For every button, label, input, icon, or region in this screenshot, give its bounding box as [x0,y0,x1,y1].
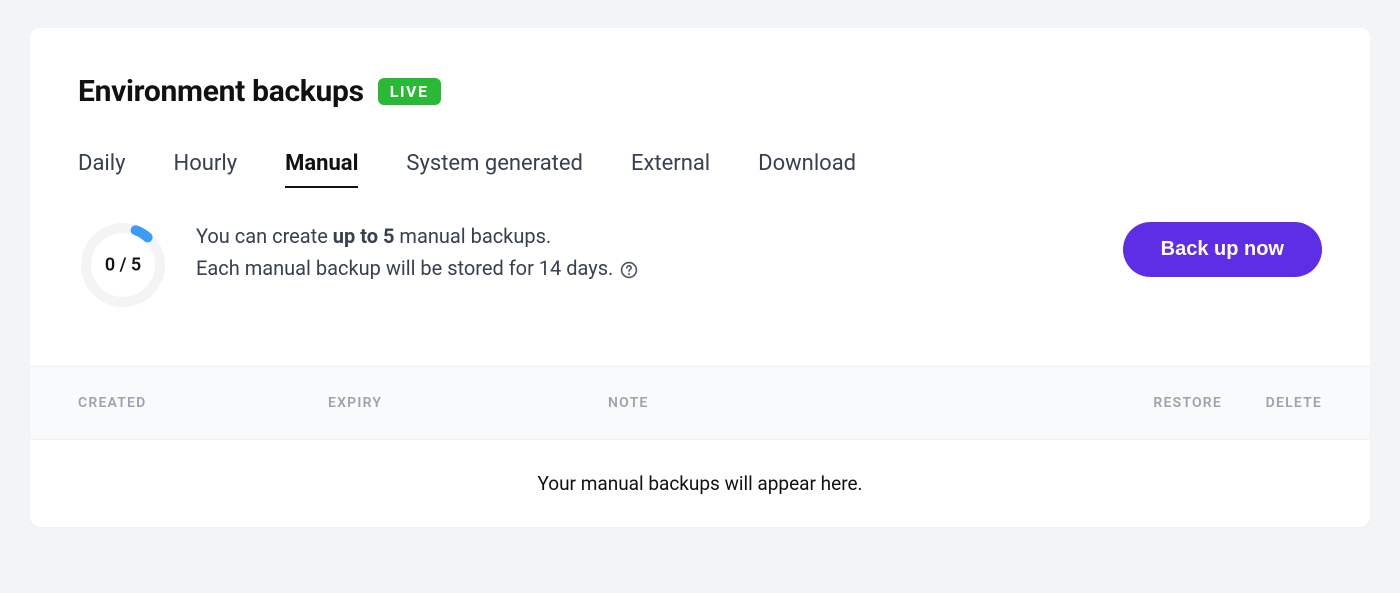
col-header-expiry: EXPIRY [328,395,608,411]
col-header-delete: DELETE [1222,395,1322,411]
tab-hourly[interactable]: Hourly [174,151,238,188]
tabs: Daily Hourly Manual System generated Ext… [78,151,1322,188]
table-header: CREATED EXPIRY NOTE RESTORE DELETE [30,366,1370,440]
col-header-note: NOTE [608,395,1052,411]
page-title: Environment backups [78,74,364,109]
tab-external[interactable]: External [631,151,710,188]
backups-card: Environment backups LIVE Daily Hourly Ma… [30,28,1370,527]
empty-state: Your manual backups will appear here. [30,440,1370,527]
info-line-1-prefix: You can create [196,224,333,248]
backup-count-label: 0 / 5 [105,255,141,276]
backup-count-ring: 0 / 5 [78,220,168,310]
env-badge: LIVE [378,78,441,105]
info-text: You can create up to 5 manual backups. E… [196,220,1095,284]
info-line-1-bold: up to 5 [333,224,395,248]
info-row: 0 / 5 You can create up to 5 manual back… [30,212,1370,366]
info-line-2-text: Each manual backup will be stored for 14… [196,256,613,280]
backup-now-button[interactable]: Back up now [1123,222,1322,277]
tab-download[interactable]: Download [758,151,856,188]
info-line-2: Each manual backup will be stored for 14… [196,252,1095,284]
col-header-created: CREATED [78,395,328,411]
tab-daily[interactable]: Daily [78,151,126,188]
card-header: Environment backups LIVE Daily Hourly Ma… [30,28,1370,188]
tab-manual[interactable]: Manual [285,151,358,188]
help-icon[interactable] [620,261,638,279]
col-header-restore: RESTORE [1052,395,1222,411]
title-row: Environment backups LIVE [78,74,1322,109]
info-line-1-suffix: manual backups. [394,224,551,248]
tab-system-generated[interactable]: System generated [406,151,583,188]
info-line-1: You can create up to 5 manual backups. [196,220,1095,252]
